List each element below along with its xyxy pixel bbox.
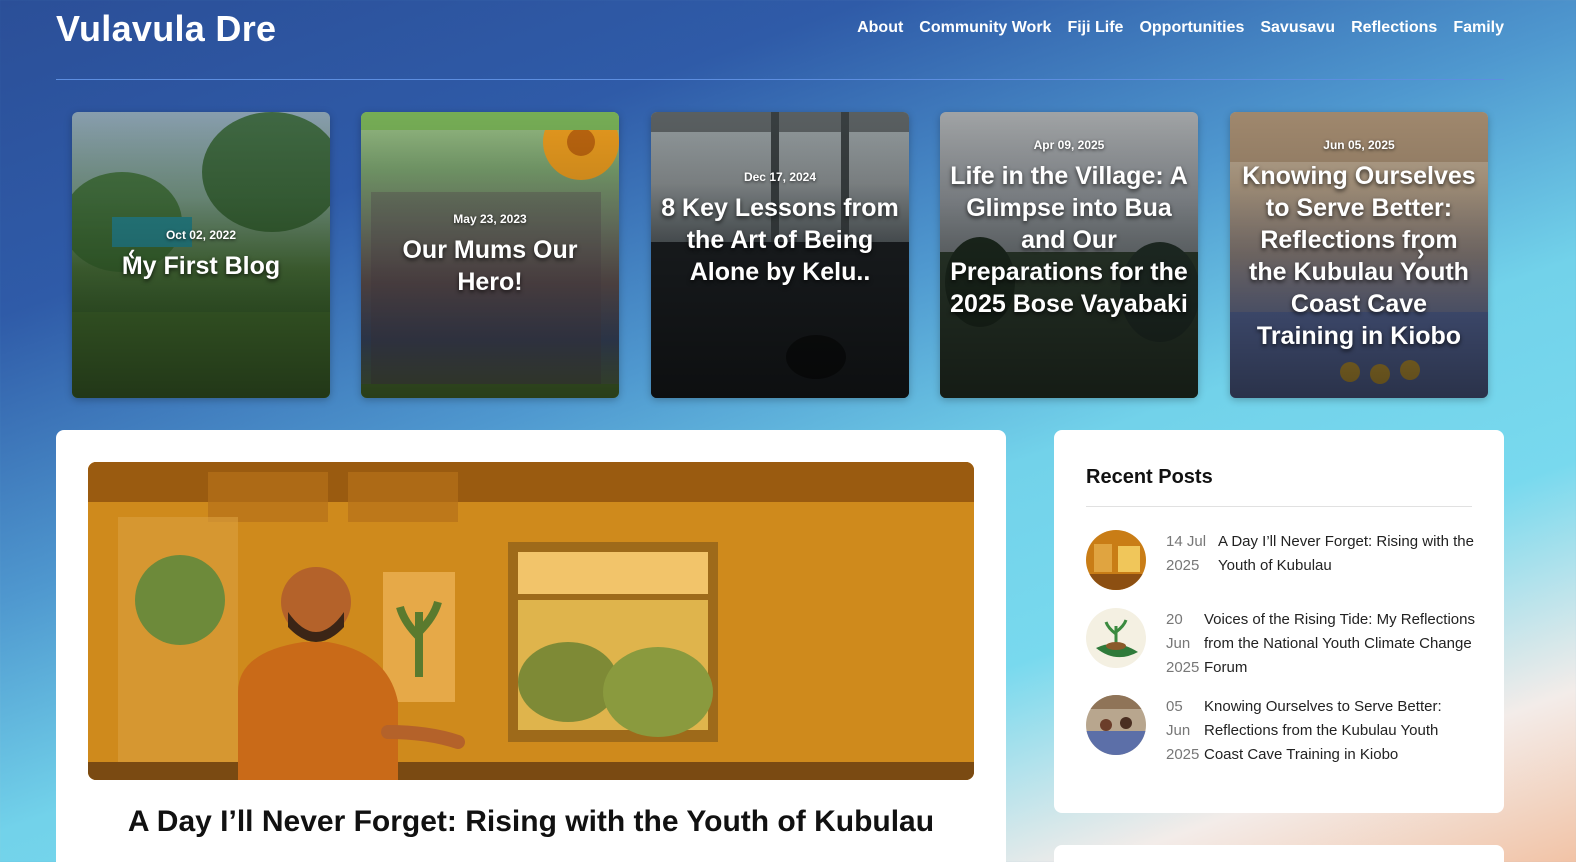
nav-reflections[interactable]: Reflections (1351, 19, 1437, 37)
slide-date: Dec 17, 2024 (743, 170, 817, 184)
post-date: 20 Jun 2025 (1166, 611, 1200, 676)
featured-post-card: A Day I’ll Never Forget: Rising with the… (56, 430, 1006, 862)
post-title[interactable]: Knowing Ourselves to Serve Better: Refle… (1204, 695, 1476, 767)
slide-title[interactable]: 8 Key Lessons from the Art of Being Alon… (661, 192, 899, 288)
main-nav: About Community Work Fiji Life Opportuni… (857, 19, 1504, 37)
post-thumbnail[interactable] (1086, 530, 1146, 590)
post-title[interactable]: A Day I’ll Never Forget: Rising with the… (1218, 530, 1476, 578)
featured-post-image[interactable] (88, 462, 974, 780)
slide-title[interactable]: Life in the Village: A Glimpse into Bua … (950, 160, 1188, 320)
post-title[interactable]: Voices of the Rising Tide: My Reflection… (1204, 608, 1476, 680)
recent-posts-heading: Recent Posts (1086, 466, 1213, 488)
slide-date: Jun 05, 2025 (1323, 138, 1395, 152)
divider (1086, 506, 1472, 507)
slide-date: May 23, 2023 (453, 212, 527, 226)
slide-title[interactable]: Knowing Ourselves to Serve Better: Refle… (1240, 160, 1478, 352)
post-date: 14 Jul 2025 (1166, 533, 1207, 574)
nav-opportunities[interactable]: Opportunities (1139, 19, 1244, 37)
nav-fiji-life[interactable]: Fiji Life (1067, 19, 1123, 37)
post-date: 05 Jun 2025 (1166, 698, 1200, 763)
featured-post-title[interactable]: A Day I’ll Never Forget: Rising with the… (88, 805, 974, 839)
post-thumbnail-image (1086, 608, 1146, 668)
carousel-slide[interactable]: Dec 17, 2024 8 Key Lessons from the Art … (651, 112, 909, 398)
post-thumbnail[interactable] (1086, 608, 1146, 668)
recent-post-item[interactable]: 05 Jun 2025 Knowing Ourselves to Serve B… (1086, 695, 1476, 767)
chevron-right-icon[interactable]: › (1417, 240, 1424, 266)
slide-date: Oct 02, 2022 (165, 228, 237, 242)
recent-posts-widget: Recent Posts 14 Jul 2025 A Day I’ll Neve… (1054, 430, 1504, 813)
post-thumbnail-image (1086, 695, 1146, 755)
site-header: Vulavula Dre About Community Work Fiji L… (56, 0, 1504, 80)
site-title[interactable]: Vulavula Dre (56, 8, 276, 50)
post-thumbnail[interactable] (1086, 695, 1146, 755)
nav-savusavu[interactable]: Savusavu (1260, 19, 1335, 37)
nav-community-work[interactable]: Community Work (919, 19, 1051, 37)
slide-title[interactable]: My First Blog (122, 250, 280, 282)
carousel-slide[interactable]: Apr 09, 2025 Life in the Village: A Glim… (940, 112, 1198, 398)
recent-post-item[interactable]: 20 Jun 2025 Voices of the Rising Tide: M… (1086, 608, 1476, 680)
secondary-widget (1054, 845, 1504, 862)
post-thumbnail-image (1086, 530, 1146, 590)
classroom-illustration (88, 462, 974, 780)
carousel-slide[interactable]: May 23, 2023 Our Mums Our Hero! (361, 112, 619, 398)
featured-carousel: Oct 02, 2022 My First Blog May 23, 2023 … (72, 112, 1488, 398)
recent-post-item[interactable]: 14 Jul 2025 A Day I’ll Never Forget: Ris… (1086, 530, 1476, 590)
slide-title[interactable]: Our Mums Our Hero! (371, 234, 609, 298)
carousel-slide[interactable]: Oct 02, 2022 My First Blog (72, 112, 330, 398)
nav-family[interactable]: Family (1453, 19, 1504, 37)
slide-date: Apr 09, 2025 (1033, 138, 1105, 152)
nav-about[interactable]: About (857, 19, 903, 37)
carousel-slide[interactable]: Jun 05, 2025 Knowing Ourselves to Serve … (1230, 112, 1488, 398)
chevron-left-icon[interactable]: ‹ (128, 240, 135, 266)
